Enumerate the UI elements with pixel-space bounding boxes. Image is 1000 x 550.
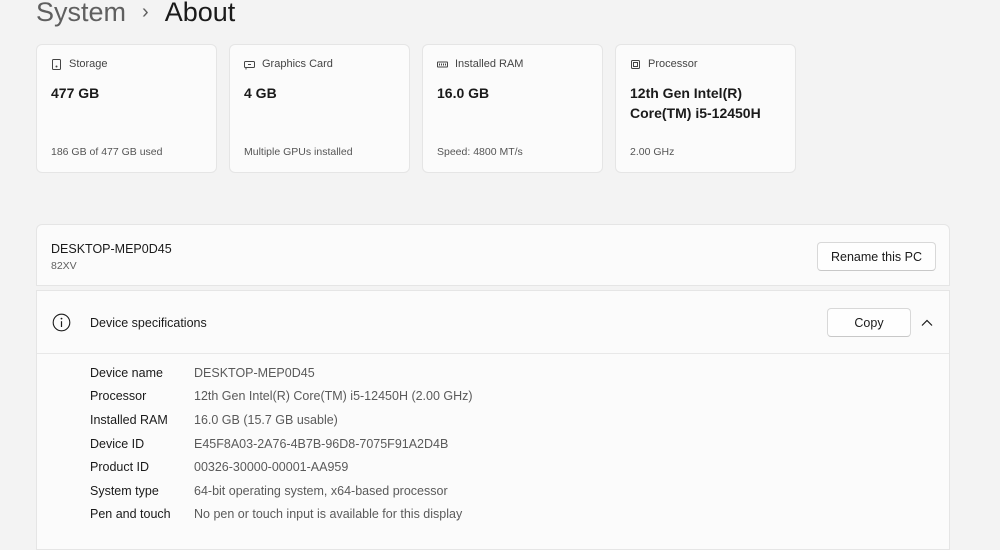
device-specifications-panel: Device specifications Copy Device name D… [36,290,950,550]
page-title: About [164,0,236,27]
spec-value: 00326-30000-00001-AA959 [194,460,349,475]
ram-card-header: Installed RAM [437,58,523,70]
ram-label: Installed RAM [455,58,524,70]
device-specifications-header[interactable]: Device specifications Copy [37,291,949,354]
rename-pc-button[interactable]: Rename this PC [817,242,936,271]
spec-row-system-type: System type 64-bit operating system, x64… [90,479,473,503]
storage-value: 477 GB [51,85,100,101]
graphics-card-label: Graphics Card [262,58,333,70]
storage-icon [51,58,62,70]
graphics-card-card[interactable]: Graphics Card 4 GB Multiple GPUs install… [229,44,410,173]
spec-row-product-id: Product ID 00326-30000-00001-AA959 [90,455,473,479]
spec-label: Device ID [90,436,145,451]
spec-value: 12th Gen Intel(R) Core(TM) i5-12450H (2.… [194,389,473,404]
spec-value: 64-bit operating system, x64-based proce… [194,483,448,498]
storage-card[interactable]: Storage 477 GB 186 GB of 477 GB used [36,44,217,173]
spec-label: Product ID [90,460,150,475]
spec-label: Installed RAM [90,412,168,427]
graphics-card-icon [244,59,255,70]
graphics-card-value: 4 GB [244,85,277,101]
spec-value: 16.0 GB (15.7 GB usable) [194,412,338,427]
spec-row-installed-ram: Installed RAM 16.0 GB (15.7 GB usable) [90,408,473,432]
breadcrumb: System › About [36,0,235,30]
device-specifications-title: Device specifications [90,316,207,330]
spec-list: Device name DESKTOP-MEP0D45 Processor 12… [90,361,473,526]
spec-label: Pen and touch [90,507,171,522]
storage-usage: 186 GB of 477 GB used [51,146,163,158]
summary-cards: Storage 477 GB 186 GB of 477 GB used Gra… [36,44,796,173]
chevron-up-icon[interactable] [917,313,937,333]
storage-card-header: Storage [51,58,108,70]
processor-speed: 2.00 GHz [630,146,675,158]
storage-label: Storage [69,58,108,70]
ram-speed: Speed: 4800 MT/s [437,146,523,158]
processor-card-header: Processor [630,58,698,70]
spec-label: Device name [90,365,163,380]
graphics-card-header: Graphics Card [244,58,333,70]
ram-card[interactable]: Installed RAM 16.0 GB Speed: 4800 MT/s [422,44,603,173]
spec-label: System type [90,483,159,498]
graphics-card-sub: Multiple GPUs installed [244,146,353,158]
processor-card[interactable]: Processor 12th Gen Intel(R) Core(TM) i5-… [615,44,796,173]
processor-icon [630,59,641,70]
ram-value: 16.0 GB [437,85,490,101]
spec-row-pen-and-touch: Pen and touch No pen or touch input is a… [90,503,473,527]
pc-model: 82XV [51,260,77,272]
spec-row-device-name: Device name DESKTOP-MEP0D45 [90,361,473,385]
spec-value: No pen or touch input is available for t… [194,507,463,522]
breadcrumb-separator: › [142,1,149,23]
spec-row-device-id: Device ID E45F8A03-2A76-4B7B-96D8-7075F9… [90,432,473,456]
spec-value: E45F8A03-2A76-4B7B-96D8-7075F91A2D4B [194,436,449,451]
spec-row-processor: Processor 12th Gen Intel(R) Core(TM) i5-… [90,385,473,409]
processor-value: 12th Gen Intel(R) Core(TM) i5-12450H [630,85,761,121]
copy-button[interactable]: Copy [827,308,911,337]
breadcrumb-system[interactable]: System [36,0,126,30]
spec-value: DESKTOP-MEP0D45 [194,365,315,380]
pc-name: DESKTOP-MEP0D45 [51,242,172,256]
processor-label: Processor [648,58,698,70]
ram-icon [437,59,448,70]
spec-label: Processor [90,389,147,404]
pc-name-panel: DESKTOP-MEP0D45 82XV Rename this PC [36,224,950,286]
info-icon [52,313,71,332]
